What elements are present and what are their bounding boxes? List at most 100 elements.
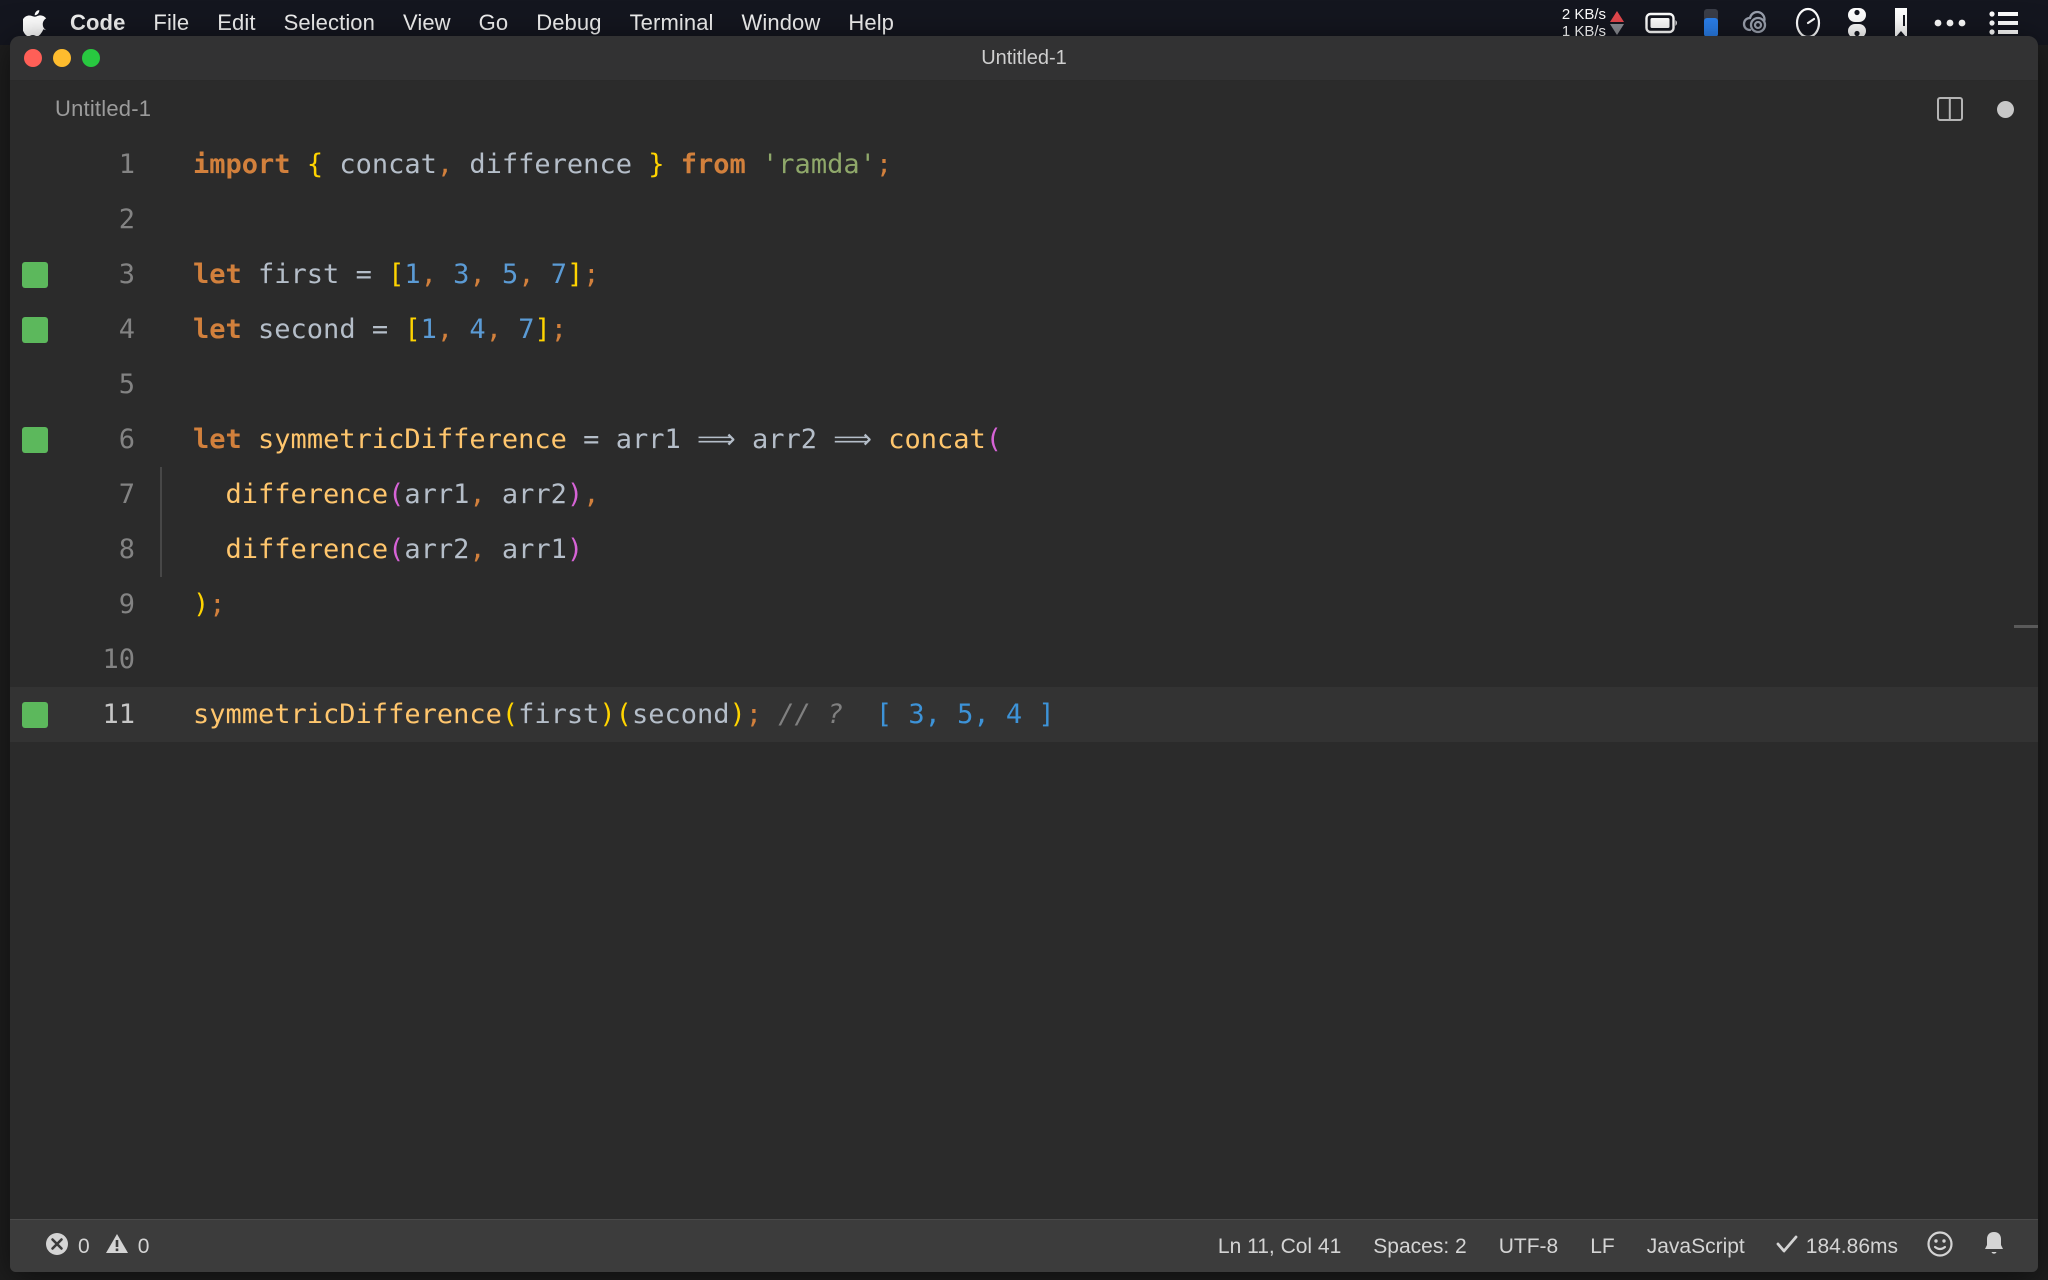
traffic-lights — [10, 49, 100, 67]
status-feedback[interactable] — [1912, 1230, 1968, 1264]
status-run-time[interactable]: 184.86ms — [1761, 1233, 1912, 1261]
code-lines-container: 1 import { concat, difference } from 'ram… — [10, 137, 2038, 742]
code-token: 5 — [501, 259, 519, 290]
indent-guide — [160, 467, 162, 522]
status-bar: 0 0 Ln 11, Col 41 Spaces: 2 UTF-8 LF Jav… — [10, 1219, 2038, 1272]
menu-item-window[interactable]: Window — [728, 10, 835, 36]
status-language-mode[interactable]: JavaScript — [1631, 1235, 1761, 1259]
code-token: ) — [566, 534, 584, 565]
code-line-3[interactable]: 3 let first = [1, 3, 5, 7]; — [10, 247, 2038, 302]
code-token: , — [436, 314, 454, 345]
code-line-10[interactable]: 10 — [10, 632, 2038, 687]
code-line-11[interactable]: 11 symmetricDifference(first)(second); //… — [10, 687, 2038, 742]
menu-item-help[interactable]: Help — [834, 10, 908, 36]
code-token: , — [469, 479, 486, 510]
code-line-9[interactable]: 9); — [10, 577, 2038, 632]
code-editor[interactable]: 1 import { concat, difference } from 'ram… — [10, 137, 2038, 1219]
menu-item-go[interactable]: Go — [465, 10, 523, 36]
unsaved-dot-icon[interactable] — [1997, 100, 2014, 118]
menu-item-debug[interactable]: Debug — [522, 10, 615, 36]
menu-item-terminal[interactable]: Terminal — [616, 10, 728, 36]
code-line-5[interactable]: 5 — [10, 357, 2038, 412]
status-problems[interactable]: 0 0 — [28, 1231, 155, 1263]
window-titlebar: Untitled-1 — [10, 36, 2038, 81]
code-token: , — [436, 149, 454, 180]
warning-group[interactable]: 0 — [104, 1231, 150, 1263]
code-token: second — [631, 699, 730, 730]
error-group[interactable]: 0 — [44, 1231, 90, 1263]
code-token: 7 — [518, 314, 535, 345]
window-title: Untitled-1 — [981, 46, 1067, 69]
menu-item-selection[interactable]: Selection — [270, 10, 389, 36]
line-number: 8 — [118, 534, 135, 565]
code-token: , — [518, 259, 535, 290]
code-token: , — [469, 534, 486, 565]
warning-count: 0 — [137, 1234, 150, 1258]
status-indentation[interactable]: Spaces: 2 — [1357, 1235, 1482, 1259]
code-line-4[interactable]: 4 let second = [1, 4, 7]; — [10, 302, 2038, 357]
code-token: 4 — [469, 314, 486, 345]
gutter-marker[interactable] — [22, 701, 48, 728]
network-upload-speed: 2 KB/s — [1561, 5, 1606, 23]
menu-item-view[interactable]: View — [389, 10, 465, 36]
run-time-value: 184.86ms — [1805, 1234, 1898, 1258]
code-line-1[interactable]: 1 import { concat, difference } from 'ram… — [10, 137, 2038, 192]
code-token: = — [355, 259, 372, 290]
code-token: ⟹ — [696, 424, 736, 455]
code-token: 1 — [404, 259, 421, 290]
code-token: ; — [875, 149, 893, 180]
code-token: arr1 — [599, 424, 697, 455]
apple-logo-icon[interactable] — [22, 8, 48, 38]
status-line-ending[interactable]: LF — [1574, 1235, 1631, 1259]
close-button[interactable] — [24, 49, 42, 67]
tab-untitled-1[interactable]: Untitled-1 — [10, 96, 151, 122]
code-token: [ — [404, 314, 421, 345]
status-notifications[interactable] — [1968, 1230, 2020, 1264]
code-line-7[interactable]: 7 difference(arr1, arr2), — [10, 467, 2038, 522]
code-token: ) — [599, 699, 616, 730]
code-token: ) — [566, 479, 584, 510]
code-token: 3 — [453, 259, 470, 290]
line-number: 7 — [118, 479, 135, 510]
line-number: 9 — [118, 589, 135, 620]
gutter-marker[interactable] — [22, 316, 48, 343]
code-token: ( — [615, 699, 632, 730]
menu-item-edit[interactable]: Edit — [203, 10, 269, 36]
code-line-6[interactable]: 6 let symmetricDifference = arr1 ⟹ arr2 ⟹… — [10, 412, 2038, 467]
code-line-8[interactable]: 8 difference(arr2, arr1) — [10, 522, 2038, 577]
gutter-marker[interactable] — [22, 426, 48, 453]
line-number: 10 — [102, 644, 135, 675]
status-encoding[interactable]: UTF-8 — [1483, 1235, 1575, 1259]
code-token: ( — [388, 534, 405, 565]
editor-scrollbar[interactable] — [2014, 625, 2038, 628]
code-token: 7 — [550, 259, 568, 290]
menu-item-code[interactable]: Code — [70, 10, 139, 36]
code-line-text: difference(arr1, arr2), — [135, 479, 600, 510]
code-token: difference — [453, 149, 649, 180]
code-token: ; — [209, 589, 226, 620]
code-line-text: let first = [1, 3, 5, 7]; — [135, 259, 600, 290]
code-line-2[interactable]: 2 — [10, 192, 2038, 247]
code-token: arr2 — [485, 479, 567, 510]
code-token: first — [241, 259, 356, 290]
minimize-button[interactable] — [53, 49, 71, 67]
split-editor-icon[interactable] — [1937, 97, 1963, 121]
gutter-marker[interactable] — [22, 261, 48, 288]
code-line-text: import { concat, difference } from 'ramd… — [135, 149, 892, 180]
code-token: 1 — [420, 314, 437, 345]
menu-item-file[interactable]: File — [139, 10, 203, 36]
upload-arrow-icon — [1610, 10, 1624, 22]
maximize-button[interactable] — [82, 49, 100, 67]
code-token: let — [193, 314, 242, 345]
status-cursor-position[interactable]: Ln 11, Col 41 — [1202, 1235, 1357, 1259]
code-token: = — [583, 424, 600, 455]
